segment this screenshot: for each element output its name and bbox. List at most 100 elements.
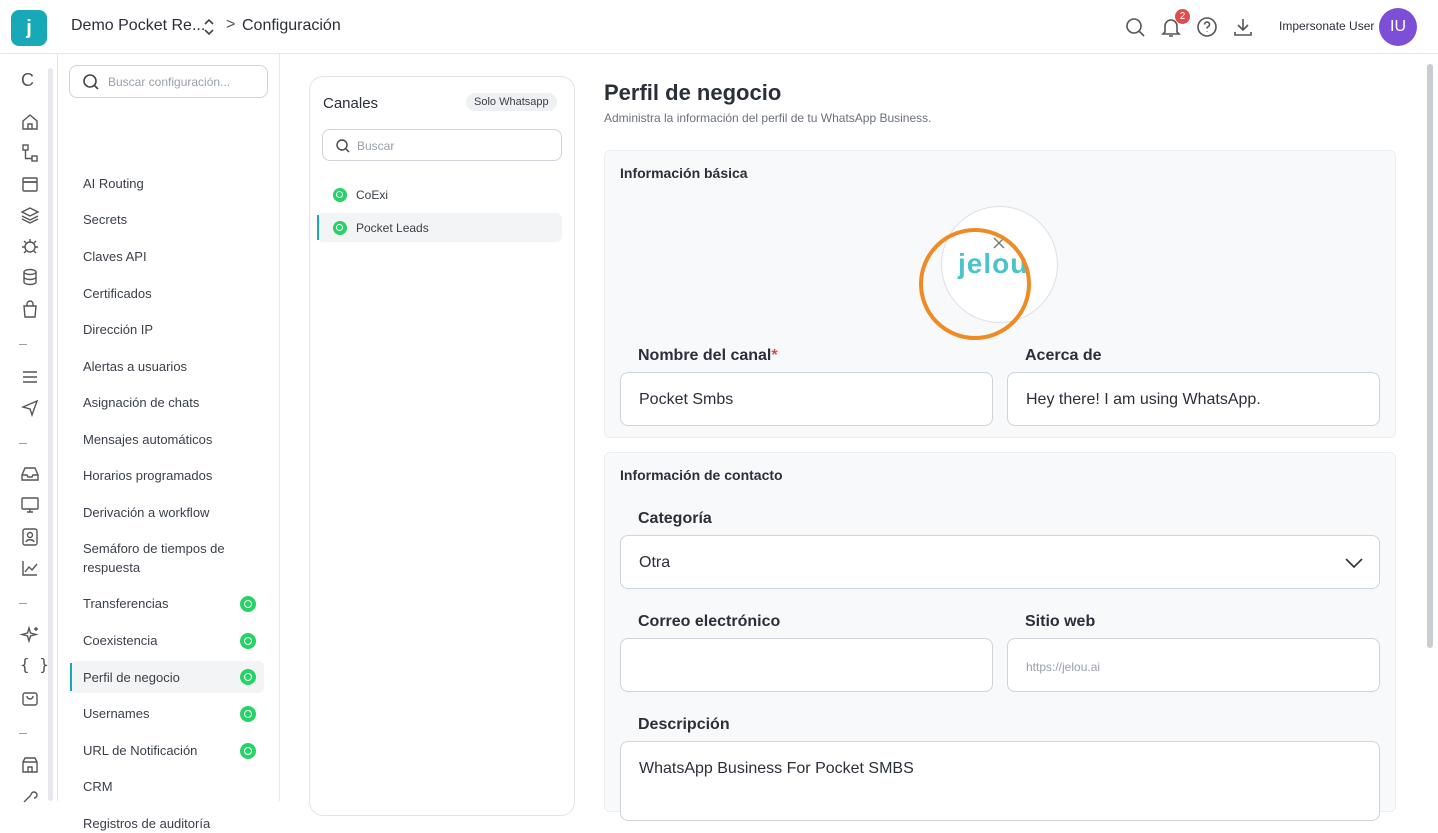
website-label: Sitio web	[1025, 613, 1096, 630]
settings-nav-item-label: Claves API	[83, 249, 147, 264]
email-field[interactable]	[620, 638, 993, 692]
settings-nav-item[interactable]: Semáforo de tiempos de respuesta	[70, 539, 264, 577]
send-icon[interactable]	[19, 397, 41, 419]
whatsapp-icon	[333, 221, 347, 235]
avatar[interactable]: IU	[1379, 8, 1417, 46]
settings-nav-item-label: AI Routing	[83, 176, 144, 191]
list-icon[interactable]	[19, 366, 41, 388]
settings-nav-item[interactable]: Transferencias	[70, 594, 264, 613]
channel-name-field[interactable]: Pocket Smbs	[620, 372, 993, 426]
channel-item-label: CoExi	[356, 188, 389, 202]
flow-icon[interactable]	[19, 142, 41, 164]
settings-nav-item-label: Asignación de chats	[83, 395, 200, 410]
about-field[interactable]: Hey there! I am using WhatsApp.	[1007, 372, 1380, 426]
top-bar: j Demo Pocket Re... > Configuración 2 Im…	[0, 0, 1438, 54]
settings-search-placeholder: Buscar configuración...	[108, 75, 231, 89]
email-label: Correo electrónico	[638, 613, 781, 630]
channel-name-label: Nombre del canal*	[638, 347, 778, 364]
settings-nav-item[interactable]: AI Routing	[70, 174, 264, 193]
notification-badge: 2	[1175, 9, 1190, 24]
channel-search-input[interactable]: Buscar	[322, 129, 562, 161]
basic-info-title: Información básica	[620, 165, 748, 181]
settings-nav-item[interactable]: Horarios programados	[70, 466, 264, 485]
whatsapp-icon	[240, 743, 256, 759]
whatsapp-icon	[240, 669, 256, 685]
main-scrollbar[interactable]	[1427, 64, 1433, 648]
help-icon[interactable]	[1195, 15, 1219, 39]
bug-icon[interactable]	[19, 235, 41, 257]
settings-nav-item[interactable]: URL de Notificación	[70, 741, 264, 760]
breadcrumb-current: Configuración	[242, 17, 341, 34]
rail-scrollbar[interactable]	[48, 68, 53, 801]
highlight-ring	[919, 228, 1031, 340]
settings-nav-item[interactable]: Dirección IP	[70, 320, 264, 339]
chart-icon[interactable]	[19, 557, 41, 579]
channels-title: Canales	[323, 95, 379, 112]
user-name[interactable]: Impersonate User	[1279, 19, 1374, 33]
tools-icon[interactable]	[19, 785, 41, 807]
settings-nav-item-label: Alertas a usuarios	[83, 359, 188, 374]
channel-item-label: Pocket Leads	[356, 221, 429, 235]
category-select[interactable]: Otra	[620, 535, 1380, 589]
home-icon[interactable]	[19, 111, 41, 133]
settings-nav-item-label: Horarios programados	[83, 468, 213, 483]
chevron-updown-icon[interactable]	[202, 17, 216, 37]
monitor-icon[interactable]	[19, 494, 41, 516]
category-label: Categoría	[638, 510, 712, 527]
website-field[interactable]: https://jelou.ai	[1007, 638, 1380, 692]
app-logo[interactable]: j	[11, 10, 47, 46]
settings-nav-item[interactable]: Coexistencia	[70, 631, 264, 650]
channel-item[interactable]: CoExi	[317, 180, 562, 209]
search-icon[interactable]	[1123, 15, 1147, 39]
contact-icon[interactable]	[19, 526, 41, 548]
database-icon[interactable]	[19, 266, 41, 288]
page-title: Perfil de negocio	[604, 80, 782, 105]
whatsapp-icon	[333, 188, 347, 202]
bag-icon[interactable]	[19, 298, 41, 320]
breadcrumb-separator: >	[226, 16, 236, 33]
whatsapp-filter-badge[interactable]: Solo Whatsapp	[466, 93, 557, 111]
whatsapp-icon	[240, 706, 256, 722]
settings-nav-item-label: Derivación a workflow	[83, 505, 210, 520]
search-icon	[83, 74, 99, 90]
settings-nav-item-label: Coexistencia	[83, 633, 158, 648]
settings-nav-item[interactable]: Mensajes automáticos	[70, 430, 264, 449]
settings-nav-item[interactable]: Certificados	[70, 284, 264, 303]
settings-nav-item[interactable]: Usernames	[70, 704, 264, 723]
settings-nav-item[interactable]: Registros de auditoría	[70, 814, 264, 833]
layers-icon[interactable]	[19, 204, 41, 226]
braces-icon[interactable]: { }	[20, 655, 49, 674]
channels-panel: Canales Solo Whatsapp Buscar CoExi Pocket…	[309, 76, 575, 816]
settings-nav-item-label: Semáforo de tiempos de respuesta	[83, 541, 225, 575]
whatsapp-icon	[240, 596, 256, 612]
settings-nav-item-label: URL de Notificación	[83, 743, 198, 758]
page-subtitle: Administra la información del perfil de …	[604, 111, 932, 125]
settings-nav-item-label: Perfil de negocio	[83, 670, 180, 685]
settings-nav-item[interactable]: Derivación a workflow	[70, 503, 264, 522]
rail-divider	[19, 733, 27, 734]
workspace-selector[interactable]: Demo Pocket Re...	[71, 17, 205, 35]
channel-item[interactable]: Pocket Leads	[317, 213, 562, 242]
shop-icon[interactable]	[19, 687, 41, 709]
rail-divider	[19, 443, 27, 444]
rail-divider	[19, 344, 27, 345]
settings-nav-item[interactable]: Claves API	[70, 247, 264, 266]
settings-nav-item[interactable]: Asignación de chats	[70, 393, 264, 412]
settings-nav-item[interactable]: Alertas a usuarios	[70, 357, 264, 376]
archive-icon[interactable]	[19, 173, 41, 195]
category-value: Otra	[639, 554, 671, 571]
settings-nav-item[interactable]: CRM	[70, 777, 264, 796]
settings-search-input[interactable]: Buscar configuración...	[69, 65, 268, 98]
settings-nav-item[interactable]: Secrets	[70, 210, 264, 229]
download-icon[interactable]	[1231, 15, 1255, 39]
settings-nav-item-label: Registros de auditoría	[83, 816, 211, 831]
inbox-icon[interactable]	[19, 463, 41, 485]
rail-collapse-icon[interactable]: C	[21, 70, 34, 91]
settings-nav-item-label: Mensajes automáticos	[83, 432, 213, 447]
description-field[interactable]: WhatsApp Business For Pocket SMBS	[620, 741, 1380, 821]
settings-nav-item-label: Dirección IP	[83, 322, 154, 337]
sparkle-icon[interactable]	[19, 624, 41, 646]
settings-nav-item-label: Transferencias	[83, 596, 169, 611]
settings-nav-item[interactable]: Perfil de negocio	[70, 661, 264, 693]
store-icon[interactable]	[19, 754, 41, 776]
